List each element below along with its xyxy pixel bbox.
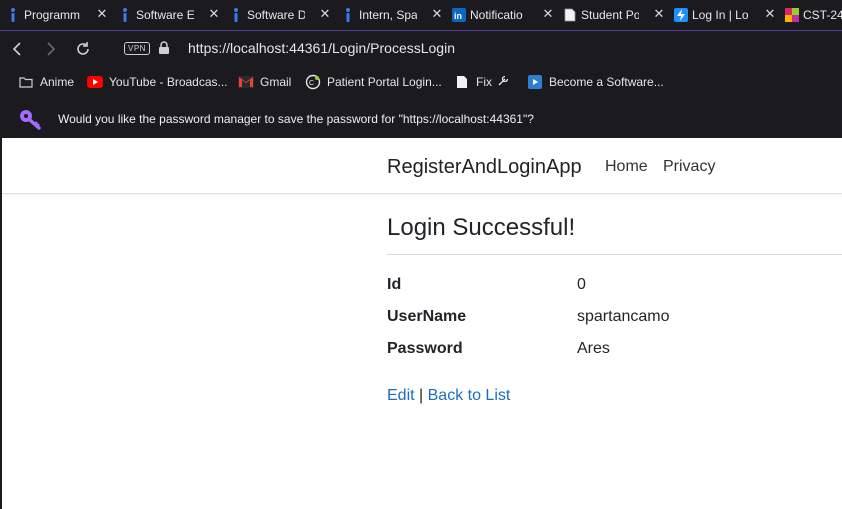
wrench-icon — [497, 75, 509, 90]
browser-tab[interactable]: Student Po ✕ — [563, 0, 669, 30]
browser-tab[interactable]: Intern, Spa ✕ — [341, 0, 447, 30]
nav-link-home[interactable]: Home — [605, 158, 648, 176]
tab-close-icon[interactable]: ✕ — [208, 7, 220, 20]
bookmark-label: Anime — [40, 75, 75, 89]
nav-link-privacy[interactable]: Privacy — [663, 158, 715, 176]
bookmark-item[interactable]: YouTube - Broadcas... — [87, 74, 228, 90]
field-value-password: Ares — [577, 340, 610, 357]
tab-label: Software D — [247, 8, 305, 22]
tab-strip: Programm ✕ Software E ✕ Software D ✕ Int… — [0, 0, 842, 30]
tab-label: CST-24 — [803, 8, 842, 22]
field-label-password: Password — [387, 340, 463, 357]
lock-icon[interactable] — [158, 41, 170, 60]
tab-label: Software E — [136, 8, 194, 22]
divider — [387, 254, 842, 255]
field-label-id: Id — [387, 276, 402, 293]
address-bar[interactable]: https://localhost:44361/Login/ProcessLog… — [188, 40, 455, 56]
url-host: localhost — [230, 40, 286, 56]
info-i-icon — [229, 7, 243, 23]
browser-tab[interactable]: Programm ✕ — [6, 0, 112, 30]
browser-toolbar: VPN https://localhost:44361/Login/Proces… — [0, 30, 842, 68]
tab-close-icon[interactable]: ✕ — [764, 7, 776, 20]
bolt-icon — [674, 7, 688, 23]
tab-label: Notificatio — [470, 8, 523, 22]
browser-tab[interactable]: CST-24 — [785, 0, 842, 30]
tab-close-icon[interactable]: ✕ — [96, 7, 108, 20]
video-icon — [527, 74, 543, 90]
bookmarks-bar: Anime YouTube - Broadcas... Gmail C Pati… — [0, 68, 842, 96]
infobar-message: Would you like the password manager to s… — [58, 112, 534, 126]
action-links: Edit | Back to List — [387, 387, 510, 405]
svg-text:in: in — [454, 11, 462, 21]
url-scheme: https:// — [188, 40, 231, 56]
password-save-infobar: Would you like the password manager to s… — [0, 100, 842, 138]
youtube-icon — [87, 74, 103, 90]
document-icon — [454, 74, 470, 90]
bookmark-label: Fix — [476, 75, 492, 89]
key-icon — [18, 108, 42, 135]
tab-close-icon[interactable]: ✕ — [542, 7, 554, 20]
folder-icon — [18, 74, 34, 90]
tab-close-icon[interactable]: ✕ — [653, 7, 665, 20]
bookmark-item[interactable]: Gmail — [238, 74, 291, 90]
field-value-username: spartancamo — [577, 308, 670, 325]
tab-close-icon[interactable]: ✕ — [431, 7, 443, 20]
bookmark-item[interactable]: Fix — [454, 74, 509, 90]
tab-label: Intern, Spa — [359, 8, 417, 22]
vpn-badge[interactable]: VPN — [124, 42, 150, 55]
forward-arrow-icon[interactable] — [40, 39, 60, 59]
bookmark-item[interactable]: Become a Software... — [527, 74, 664, 90]
bookmark-item[interactable]: Anime — [18, 74, 74, 90]
page-title: Login Successful! — [387, 214, 576, 241]
bookmark-label: Gmail — [260, 75, 292, 89]
page-content: RegisterAndLoginApp Home Privacy Login S… — [0, 138, 842, 509]
portal-icon: C — [305, 74, 321, 90]
back-to-list-link[interactable]: Back to List — [428, 387, 511, 404]
site-brand[interactable]: RegisterAndLoginApp — [387, 156, 582, 179]
linkedin-icon: in — [452, 7, 466, 23]
field-label-username: UserName — [387, 308, 467, 325]
edit-link[interactable]: Edit — [387, 387, 415, 404]
info-i-icon — [341, 7, 355, 23]
bookmark-label: Become a Software... — [549, 75, 664, 89]
browser-tab[interactable]: in Notificatio ✕ — [452, 0, 558, 30]
gmail-icon — [238, 74, 254, 90]
info-i-icon — [118, 7, 132, 23]
field-value-id: 0 — [577, 276, 586, 293]
browser-chrome: Programm ✕ Software E ✕ Software D ✕ Int… — [0, 0, 842, 138]
document-icon — [563, 7, 577, 23]
tab-label: Programm — [24, 8, 81, 22]
svg-text:C: C — [309, 80, 314, 87]
browser-tab[interactable]: Software E ✕ — [118, 0, 224, 30]
browser-tab[interactable]: Log In | Lo ✕ — [674, 0, 780, 30]
bookmark-item[interactable]: C Patient Portal Login... — [305, 74, 442, 90]
url-path: :44361/Login/ProcessLogin — [285, 40, 455, 56]
tab-label: Student Po — [581, 8, 639, 22]
bookmark-label: YouTube - Broadcas... — [109, 75, 228, 89]
reload-icon[interactable] — [73, 39, 93, 59]
browser-tab[interactable]: Software D ✕ — [229, 0, 335, 30]
info-i-icon — [6, 7, 20, 23]
tab-label: Log In | Lo — [692, 8, 749, 22]
colorful-grid-icon — [785, 7, 799, 23]
site-navbar: RegisterAndLoginApp Home Privacy — [2, 138, 842, 194]
tab-close-icon[interactable]: ✕ — [319, 7, 331, 20]
bookmark-label: Patient Portal Login... — [327, 75, 442, 89]
back-arrow-icon[interactable] — [8, 39, 28, 59]
link-separator: | — [414, 387, 428, 404]
